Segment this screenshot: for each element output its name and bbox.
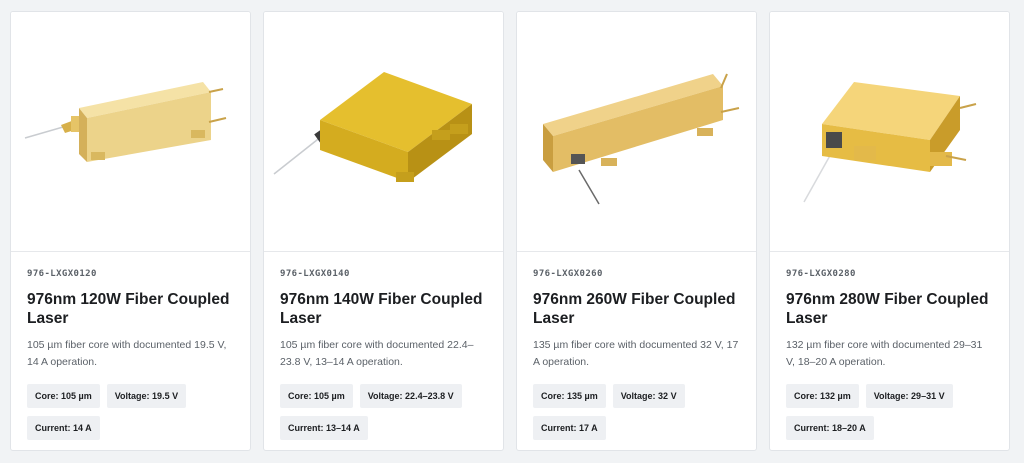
spec-chip-current: Current: 13–14 A xyxy=(280,416,368,440)
product-description: 105 µm fiber core with documented 19.5 V… xyxy=(27,339,227,368)
product-title[interactable]: 976nm 280W Fiber Coupled Laser xyxy=(786,290,993,328)
product-title[interactable]: 976nm 140W Fiber Coupled Laser xyxy=(280,290,487,328)
laser-module-icon xyxy=(273,72,472,182)
spec-chip-voltage: Voltage: 29–31 V xyxy=(865,384,953,408)
product-description: 105 µm fiber core with documented 22.4–2… xyxy=(280,339,474,368)
spec-chip-current: Current: 17 A xyxy=(533,416,606,440)
product-description: 135 µm fiber core with documented 32 V, … xyxy=(533,339,739,368)
spec-chip-core: Core: 132 µm xyxy=(786,384,859,408)
product-sku: 976-LXGX0140 xyxy=(280,269,350,279)
product-sku: 976-LXGX0120 xyxy=(27,269,97,279)
spec-chip-current: Current: 18–20 A xyxy=(786,416,874,440)
spec-list: Core: 132 µm Voltage: 29–31 V Current: 1… xyxy=(786,384,998,440)
spec-chip-current: Current: 14 A xyxy=(27,416,100,440)
product-grid: 976-LXGX0120 976nm 120W Fiber Coupled La… xyxy=(10,11,1010,451)
product-card[interactable]: 976-LXGX0260 976nm 260W Fiber Coupled La… xyxy=(516,11,757,451)
spec-chip-voltage: Voltage: 19.5 V xyxy=(106,384,187,408)
laser-module-icon xyxy=(543,73,740,205)
product-card[interactable]: 976-LXGX0140 976nm 140W Fiber Coupled La… xyxy=(263,11,504,451)
product-image[interactable] xyxy=(770,12,1009,252)
product-image[interactable] xyxy=(11,12,250,252)
spec-chip-core: Core: 135 µm xyxy=(533,384,606,408)
product-card[interactable]: 976-LXGX0120 976nm 120W Fiber Coupled La… xyxy=(10,11,251,451)
spec-chip-core: Core: 105 µm xyxy=(280,384,353,408)
spec-list: Core: 135 µm Voltage: 32 V Current: 17 A xyxy=(533,384,745,440)
product-image[interactable] xyxy=(517,12,756,252)
laser-module-icon xyxy=(24,82,227,162)
product-title[interactable]: 976nm 120W Fiber Coupled Laser xyxy=(27,290,234,328)
spec-chip-voltage: Voltage: 22.4–23.8 V xyxy=(359,384,462,408)
laser-module-icon xyxy=(803,82,977,203)
product-image[interactable] xyxy=(264,12,503,252)
product-description: 132 µm fiber core with documented 29–31 … xyxy=(786,339,983,368)
product-card[interactable]: 976-LXGX0280 976nm 280W Fiber Coupled La… xyxy=(769,11,1010,451)
product-sku: 976-LXGX0280 xyxy=(786,269,856,279)
product-sku: 976-LXGX0260 xyxy=(533,269,603,279)
spec-list: Core: 105 µm Voltage: 19.5 V Current: 14… xyxy=(27,384,239,440)
spec-chip-core: Core: 105 µm xyxy=(27,384,100,408)
product-title[interactable]: 976nm 260W Fiber Coupled Laser xyxy=(533,290,740,328)
spec-chip-voltage: Voltage: 32 V xyxy=(612,384,685,408)
spec-list: Core: 105 µm Voltage: 22.4–23.8 V Curren… xyxy=(280,384,492,440)
